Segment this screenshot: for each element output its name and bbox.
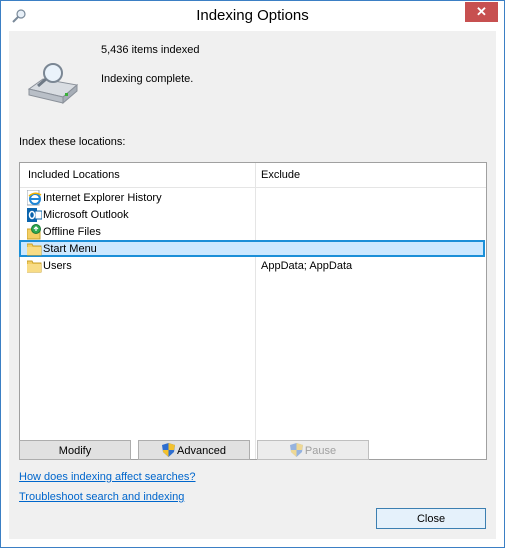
location-name: Microsoft Outlook — [43, 209, 129, 221]
list-item[interactable]: Microsoft Outlook — [20, 207, 486, 224]
close-window-button[interactable]: ✕ — [465, 2, 498, 22]
column-header-exclude[interactable]: Exclude — [261, 169, 300, 181]
list-item-selected[interactable]: Start Menu — [19, 240, 485, 257]
ie-icon — [27, 190, 42, 206]
close-icon: ✕ — [476, 4, 487, 19]
pause-button-label: Pause — [304, 445, 337, 457]
how-indexing-affects-link[interactable]: How does indexing affect searches? — [19, 471, 196, 483]
uac-shield-icon — [289, 443, 303, 457]
list-item[interactable]: Users AppData; AppData — [20, 258, 486, 275]
dialog-body: 5,436 items indexed Indexing complete. I… — [9, 31, 496, 539]
list-item[interactable]: Offline Files — [20, 224, 486, 241]
offline-files-icon — [27, 224, 41, 240]
location-name: Users — [43, 260, 72, 272]
index-locations-label: Index these locations: — [19, 136, 126, 148]
window-title: Indexing Options — [196, 7, 309, 24]
troubleshoot-link[interactable]: Troubleshoot search and indexing — [19, 491, 184, 503]
column-header-included[interactable]: Included Locations — [28, 169, 120, 181]
indexing-drive-icon — [27, 63, 79, 105]
indexing-options-window: Indexing Options ✕ 5,436 items indexed I… — [0, 0, 505, 548]
items-indexed-count: 5,436 items indexed — [101, 44, 200, 56]
list-item[interactable]: Internet Explorer History — [20, 190, 486, 207]
uac-shield-icon — [162, 443, 176, 457]
locations-list[interactable]: Included Locations Exclude Internet Expl… — [19, 162, 487, 460]
location-name: Offline Files — [43, 226, 101, 238]
title-bar[interactable]: Indexing Options ✕ — [1, 1, 504, 31]
location-exclude: AppData; AppData — [261, 260, 353, 272]
advanced-button[interactable]: Advanced — [138, 440, 250, 460]
modify-button[interactable]: Modify — [19, 440, 131, 460]
folder-icon — [27, 260, 42, 273]
location-name: Internet Explorer History — [43, 192, 162, 204]
pause-button[interactable]: Pause — [257, 440, 369, 460]
advanced-button-label: Advanced — [177, 445, 226, 457]
indexing-status: Indexing complete. — [101, 73, 194, 85]
list-header: Included Locations Exclude — [20, 163, 486, 188]
folder-icon — [27, 243, 42, 256]
location-name: Start Menu — [43, 243, 97, 255]
outlook-icon — [27, 208, 42, 222]
close-button[interactable]: Close — [376, 508, 486, 529]
